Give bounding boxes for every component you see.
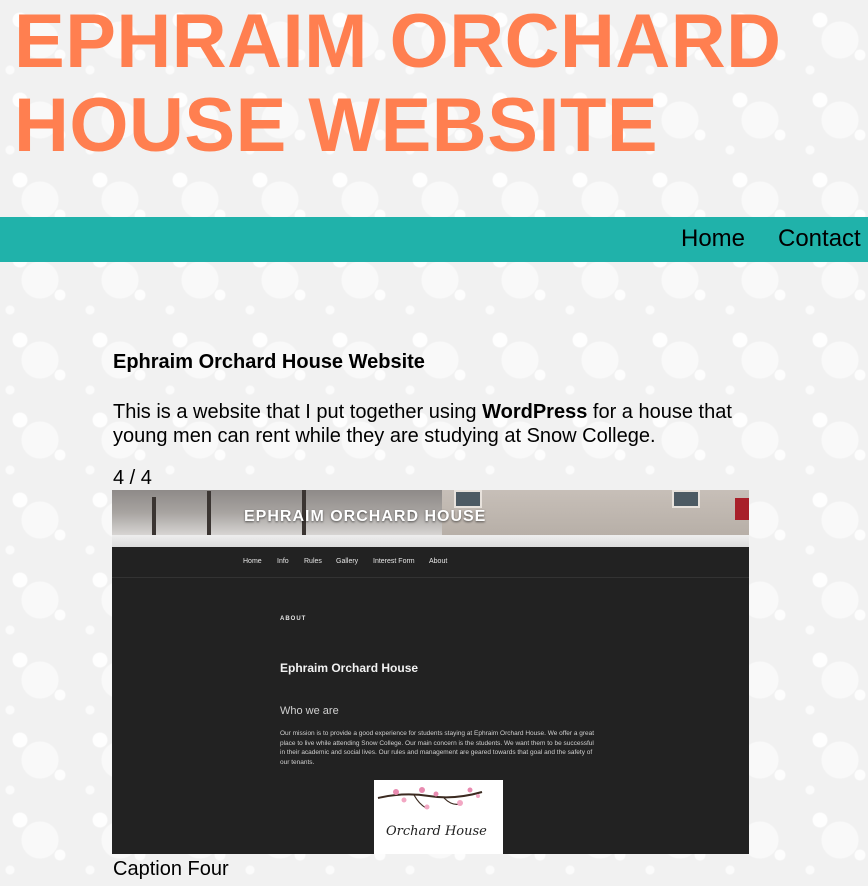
slide-counter: 4 / 4 bbox=[113, 467, 152, 489]
project-description: This is a website that I put together us… bbox=[113, 400, 743, 448]
slide-site-title: EPHRAIM ORCHARD HOUSE bbox=[244, 508, 487, 525]
slide-nav-interest-form: Interest Form bbox=[373, 558, 415, 565]
orchard-house-logo: Orchard House bbox=[374, 780, 503, 854]
slide-section-label: ABOUT bbox=[280, 616, 307, 622]
project-title: Ephraim Orchard House Website bbox=[113, 351, 425, 373]
site-title: EPHRAIM ORCHARD HOUSE WEBSITE bbox=[14, 0, 782, 168]
slide-body-text: Our mission is to provide a good experie… bbox=[280, 730, 595, 766]
banner-car bbox=[735, 498, 749, 520]
logo-text: Orchard House bbox=[386, 824, 487, 839]
slide-nav-rules: Rules bbox=[304, 558, 322, 565]
cherry-blossom-icon bbox=[377, 787, 483, 810]
slide-banner-image: EPHRAIM ORCHARD HOUSE bbox=[112, 490, 749, 547]
banner-tree bbox=[207, 491, 211, 537]
slide-nav-info: Info bbox=[277, 558, 289, 565]
slide-nav-home: Home bbox=[243, 558, 262, 565]
slide-image[interactable]: EPHRAIM ORCHARD HOUSE Home Info Rules Ga… bbox=[112, 490, 749, 854]
banner-window bbox=[672, 490, 700, 508]
nav-home-link[interactable]: Home bbox=[681, 225, 745, 253]
banner-snow bbox=[112, 535, 749, 547]
slide-caption: Caption Four bbox=[113, 858, 229, 880]
slide-nav-gallery: Gallery bbox=[336, 558, 359, 565]
nav-contact-link[interactable]: Contact bbox=[778, 225, 861, 253]
project-section: Ephraim Orchard House Website This is a … bbox=[113, 350, 753, 448]
wordpress-text: WordPress bbox=[482, 401, 588, 423]
slide-subheading: Who we are bbox=[280, 705, 339, 717]
slide-nav: Home Info Rules Gallery Interest Form Ab… bbox=[112, 547, 749, 578]
banner-window bbox=[454, 490, 482, 508]
description-text: This is a website that I put together us… bbox=[113, 401, 483, 423]
navbar: Home Contact bbox=[0, 217, 868, 262]
banner-tree bbox=[152, 497, 156, 537]
slide-nav-about: About bbox=[429, 558, 448, 565]
slide-heading: Ephraim Orchard House bbox=[280, 661, 419, 675]
